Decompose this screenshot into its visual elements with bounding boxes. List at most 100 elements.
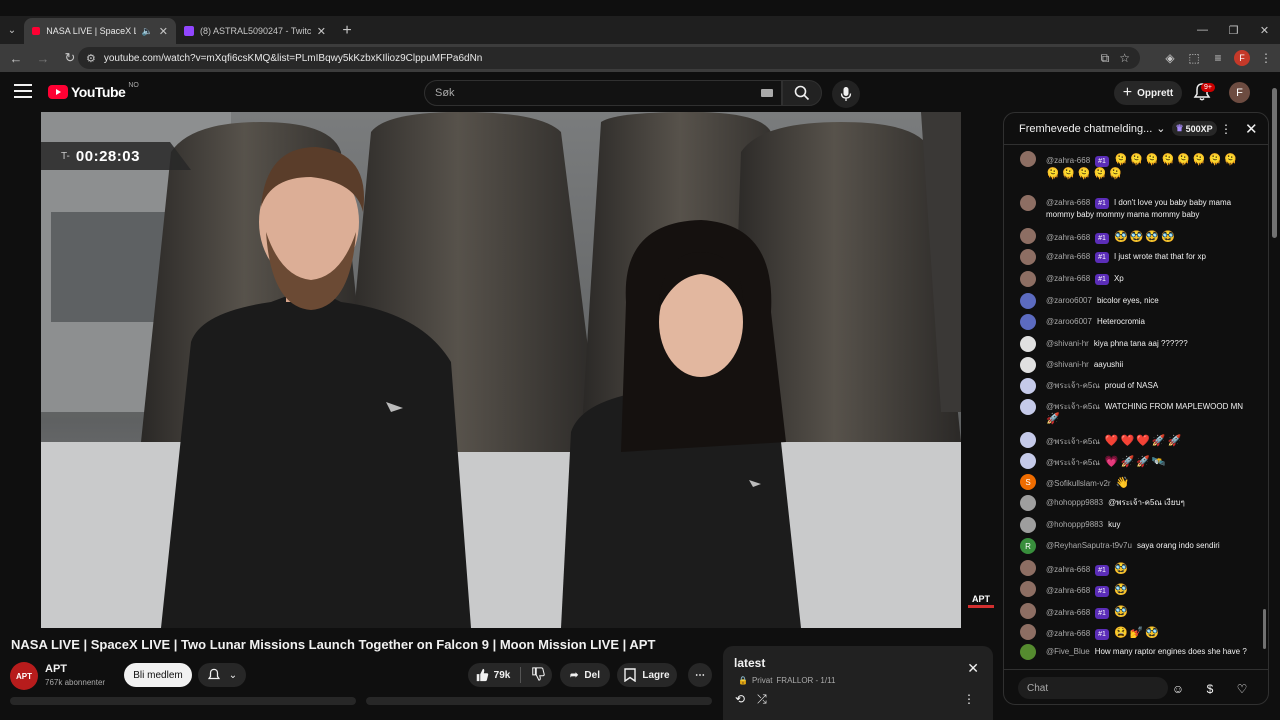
search-button[interactable] <box>782 80 822 106</box>
chat-author-name[interactable]: @Sofikullslam-v2r <box>1046 479 1111 488</box>
chat-author-name[interactable]: @Five_Blue <box>1046 647 1090 656</box>
emoji-icon[interactable]: ☺ <box>1169 680 1187 698</box>
chat-author-avatar[interactable] <box>1020 644 1036 660</box>
close-window-icon[interactable]: ✕ <box>1249 16 1280 44</box>
share-button[interactable]: ➦ Del <box>560 663 610 687</box>
chat-message[interactable]: @zahra-668 #1 🫠🫠🫠🫠🫠🫠🫠🫠🫠🫠🫠🫠🫠 <box>1020 151 1252 181</box>
chat-author-avatar[interactable]: R <box>1020 538 1036 554</box>
create-button[interactable]: + Opprett <box>1114 81 1182 105</box>
channel-name[interactable]: APT <box>45 663 67 675</box>
chat-author-name[interactable]: @zahra-668 <box>1046 156 1090 165</box>
chat-message[interactable]: @zahra-668 #1 🥸 <box>1020 581 1252 597</box>
chat-message[interactable]: @zaroo6007 bicolor eyes, nice <box>1020 293 1252 309</box>
chat-author-name[interactable]: @zahra-668 <box>1046 274 1090 283</box>
chat-author-avatar[interactable] <box>1020 432 1036 448</box>
back-arrow-icon[interactable]: ← <box>4 46 28 70</box>
loop-icon[interactable]: ⟲ <box>735 692 745 707</box>
channel-watermark[interactable]: APT <box>968 594 994 612</box>
chat-author-name[interactable]: @zahra-668 <box>1046 629 1090 638</box>
browser-profile-avatar[interactable]: F <box>1234 50 1250 66</box>
chat-author-avatar[interactable] <box>1020 378 1036 394</box>
media-controls-icon[interactable]: ≡ <box>1210 50 1226 66</box>
chat-message[interactable]: S @Sofikullslam-v2r 👋 <box>1020 474 1252 490</box>
tab-close-icon[interactable]: ✕ <box>159 25 168 38</box>
description-box[interactable] <box>10 697 356 705</box>
bookmark-star-icon[interactable]: ☆ <box>1119 51 1130 65</box>
close-icon[interactable]: ✕ <box>967 660 979 677</box>
chat-author-avatar[interactable] <box>1020 314 1036 330</box>
chat-author-name[interactable]: @zaroo6007 <box>1046 317 1092 326</box>
chat-author-avatar[interactable] <box>1020 560 1036 576</box>
address-bar[interactable]: ⚙ youtube.com/watch?v=mXqfi6csKMQ&list=P… <box>78 47 1140 69</box>
user-avatar[interactable]: F <box>1229 82 1250 103</box>
chat-message[interactable]: @shivani-hr aayushii <box>1020 357 1252 373</box>
more-actions-icon[interactable]: ⋯ <box>688 663 712 687</box>
save-button[interactable]: Lagre <box>617 663 677 687</box>
join-button[interactable]: Bli medlem <box>124 663 192 687</box>
chat-author-name[interactable]: @hohoppp9883 <box>1046 520 1103 529</box>
chat-author-name[interactable]: @zaroo6007 <box>1046 296 1092 305</box>
chat-message[interactable]: @zaroo6007 Heterocromia <box>1020 314 1252 330</box>
chat-author-avatar[interactable] <box>1020 603 1036 619</box>
page-scrollbar[interactable] <box>1272 88 1277 238</box>
browser-menu-icon[interactable]: ⋮ <box>1258 50 1274 66</box>
subscription-bell-button[interactable]: ⌄ <box>198 663 246 687</box>
tab-search-button[interactable]: ⌄ <box>0 16 24 44</box>
hamburger-menu-icon[interactable] <box>14 84 32 98</box>
close-chat-icon[interactable]: ✕ <box>1245 120 1258 138</box>
chat-menu-icon[interactable]: ⋮ <box>1220 122 1232 136</box>
chat-author-name[interactable]: @zahra-668 <box>1046 252 1090 261</box>
chat-author-avatar[interactable] <box>1020 228 1036 244</box>
chat-scrollbar[interactable] <box>1263 149 1267 667</box>
voice-search-button[interactable] <box>832 80 860 108</box>
chat-author-name[interactable]: @zahra-668 <box>1046 233 1090 242</box>
site-info-icon[interactable]: ⚙ <box>86 52 96 65</box>
chat-message[interactable]: @zahra-668 #1 I just wrote that that for x… <box>1020 249 1252 265</box>
description-box-secondary[interactable] <box>366 697 712 705</box>
chat-author-name[interactable]: @ReyhanSaputra-t9v7u <box>1046 541 1132 550</box>
chat-author-name[interactable]: @zahra-668 <box>1046 608 1090 617</box>
super-chat-icon[interactable]: $ <box>1201 680 1219 698</box>
heart-icon[interactable]: ♡ <box>1233 680 1251 698</box>
forward-arrow-icon[interactable]: → <box>31 46 55 70</box>
chat-message[interactable]: @shivani-hr kiya phna tana aaj ?????? <box>1020 336 1252 352</box>
youtube-logo[interactable]: YouTube NO <box>48 82 139 100</box>
chat-message[interactable]: @zahra-668 #1 😫💅🥸 <box>1020 624 1252 640</box>
chat-message[interactable]: @hohoppp9883 @พระเจ้า-ค5ณ เงียบๆ <box>1020 495 1252 511</box>
channel-avatar[interactable]: APT <box>10 662 38 690</box>
chat-author-avatar[interactable] <box>1020 453 1036 469</box>
chat-message[interactable]: @Five_Blue How many raptor engines does s… <box>1020 644 1252 660</box>
tab-twitch[interactable]: (8) ASTRAL5090247 - Twitch ✕ <box>176 18 334 44</box>
chat-author-avatar[interactable] <box>1020 624 1036 640</box>
chat-mode-selector[interactable]: Fremhevede chatmelding... ⌄ <box>1019 122 1166 136</box>
chat-message[interactable]: @พระเจ้า-ค5ณ 💗🚀🚀🛰️ <box>1020 453 1252 469</box>
video-player[interactable]: T- 00:28:03 <box>41 112 961 628</box>
tab-youtube[interactable]: NASA LIVE | SpaceX LIVE | T 🔈 ✕ <box>24 18 176 44</box>
chat-author-avatar[interactable] <box>1020 336 1036 352</box>
restore-icon[interactable]: ❐ <box>1218 16 1249 44</box>
chat-author-name[interactable]: @พระเจ้า-ค5ณ <box>1046 458 1100 467</box>
chat-message[interactable]: @zahra-668 #1 I don't love you baby baby m… <box>1020 195 1252 220</box>
chat-author-avatar[interactable] <box>1020 271 1036 287</box>
chat-author-name[interactable]: @zahra-668 <box>1046 565 1090 574</box>
chat-author-name[interactable]: @พระเจ้า-ค5ณ <box>1046 381 1100 390</box>
chat-author-avatar[interactable] <box>1020 249 1036 265</box>
chat-message[interactable]: @พระเจ้า-ค5ณ ❤️❤️❤️🚀🚀 <box>1020 432 1252 448</box>
chat-message[interactable]: @zahra-668 #1 🥸🥸🥸🥸 <box>1020 228 1252 244</box>
chat-message[interactable]: @zahra-668 #1 🥸 <box>1020 603 1252 619</box>
chat-author-name[interactable]: @shivani-hr <box>1046 339 1089 348</box>
minimize-icon[interactable]: — <box>1187 16 1218 44</box>
like-button[interactable]: 79k <box>475 668 510 682</box>
chat-author-avatar[interactable] <box>1020 581 1036 597</box>
playlist-menu-icon[interactable]: ⋮ <box>963 692 975 706</box>
chat-message[interactable]: @พระเจ้า-ค5ณ proud of NASA <box>1020 378 1252 394</box>
xp-badge[interactable]: ♛ 500XP <box>1171 121 1217 136</box>
chat-message[interactable]: @hohoppp9883 kuy <box>1020 517 1252 533</box>
chat-message[interactable]: @พระเจ้า-ค5ณ WATCHING FROM MAPLEWOOD MN 🚀 <box>1020 399 1252 426</box>
chat-message[interactable]: @zahra-668 #1 Xp <box>1020 271 1252 287</box>
chat-author-avatar[interactable] <box>1020 495 1036 511</box>
chat-author-avatar[interactable] <box>1020 151 1036 167</box>
audio-icon[interactable]: 🔈 <box>142 26 153 37</box>
install-app-icon[interactable]: ⧉ <box>1101 51 1110 66</box>
chat-author-avatar[interactable] <box>1020 293 1036 309</box>
